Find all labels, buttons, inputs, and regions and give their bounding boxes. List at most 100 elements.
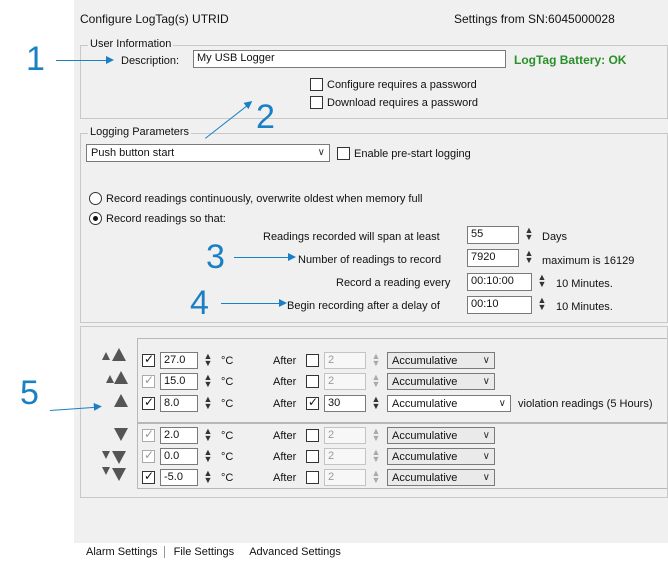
download-password-checkbox[interactable] <box>310 96 323 109</box>
alarm-mode-dropdown[interactable]: Accumulative ∨ <box>387 469 495 486</box>
record-every-spinner[interactable]: ▲ ▼ <box>535 273 549 289</box>
start-mode-dropdown[interactable]: Push button start ∨ <box>86 144 330 162</box>
alarm-after-count-input[interactable]: 2 <box>324 373 366 390</box>
alarm-mode-dropdown[interactable]: Accumulative ∨ <box>387 427 495 444</box>
alarm-temp-input[interactable]: 8.0 <box>160 395 198 412</box>
alarm-after-checkbox[interactable] <box>306 375 319 388</box>
download-password-label: Download requires a password <box>327 97 479 109</box>
alarm-unit-label: °C <box>221 430 234 442</box>
chevron-down-icon: ∨ <box>482 451 490 462</box>
alarm-after-count-spinner[interactable]: ▲ ▼ <box>369 469 383 485</box>
alarm-temp-spinner[interactable]: ▲ ▼ <box>201 469 215 485</box>
alarm-enable-checkbox[interactable]: ✓ <box>142 374 155 388</box>
tab-alarm-settings[interactable]: Alarm Settings <box>80 546 165 558</box>
record-so-that-radio[interactable] <box>89 212 102 225</box>
num-readings-spinner[interactable]: ▲ ▼ <box>522 249 536 265</box>
chevron-down-icon: ∨ <box>482 472 490 483</box>
annotation-1-arrow <box>56 56 114 64</box>
alarm-unit-label: °C <box>221 472 234 484</box>
alarm-after-count-spinner[interactable]: ▲ ▼ <box>369 395 383 411</box>
alarm-temp-input[interactable]: 27.0 <box>160 352 198 369</box>
alarm-after-checkbox[interactable] <box>306 471 319 484</box>
alarm-after-label: After <box>273 430 297 442</box>
alarm-temp-input[interactable]: 0.0 <box>160 448 198 465</box>
tab-advanced-settings[interactable]: Advanced Settings <box>243 546 347 558</box>
alarm-after-checkbox[interactable]: ✓ <box>306 396 319 410</box>
alarm-temp-spinner[interactable]: ▲ ▼ <box>201 395 215 411</box>
annotation-5: 5 <box>20 374 39 412</box>
record-every-label: Record a reading every <box>336 277 451 289</box>
alarm-enable-checkbox[interactable]: ✓ <box>142 395 155 410</box>
prestart-logging-checkbox[interactable] <box>337 147 350 160</box>
alarm-enable-checkbox[interactable]: ✓ <box>142 448 155 463</box>
alarm-unit-label: °C <box>221 398 234 410</box>
alarm-enable-checkbox[interactable]: ✓ <box>142 352 155 367</box>
upper-alarm-3-icon <box>112 348 126 361</box>
upper-alarm-2-small-icon <box>106 375 114 383</box>
logging-parameters-legend: Logging Parameters <box>88 126 192 138</box>
span-spinner[interactable]: ▲ ▼ <box>522 226 536 242</box>
lower-alarm-2-small-icon <box>102 451 110 459</box>
violation-readings-label: violation readings (5 Hours) <box>518 398 653 410</box>
alarm-enable-checkbox[interactable]: ✓ <box>142 470 155 484</box>
annotation-3: 3 <box>206 238 225 276</box>
start-mode-value: Push button start <box>91 147 175 159</box>
record-continuous-radio[interactable] <box>89 192 102 205</box>
alarm-after-label: After <box>273 451 297 463</box>
check-icon: ✓ <box>144 395 155 409</box>
alarm-temp-spinner[interactable]: ▲ ▼ <box>201 373 215 389</box>
alarm-after-count-spinner[interactable]: ▲ ▼ <box>369 373 383 389</box>
alarm-after-count-input[interactable]: 2 <box>324 427 366 444</box>
alarm-after-count-input[interactable]: 30 <box>324 395 366 412</box>
user-info-legend: User Information <box>88 38 174 50</box>
chevron-down-icon: ∨ <box>482 430 490 441</box>
tab-file-settings[interactable]: File Settings <box>168 546 241 558</box>
num-readings-max: maximum is 16129 <box>542 255 635 267</box>
serial-number-label: Settings from SN:6045000028 <box>454 12 615 26</box>
alarm-after-count-spinner[interactable]: ▲ ▼ <box>369 427 383 443</box>
alarm-temp-spinner[interactable]: ▲ ▼ <box>201 352 215 368</box>
alarm-temp-spinner[interactable]: ▲ ▼ <box>201 448 215 464</box>
check-icon: ✓ <box>144 352 155 366</box>
check-icon: ✓ <box>144 448 155 462</box>
span-unit: Days <box>542 231 568 243</box>
delay-label: Begin recording after a delay of <box>287 300 440 312</box>
alarm-after-count-input[interactable]: 2 <box>324 448 366 465</box>
alarm-unit-label: °C <box>221 451 234 463</box>
alarm-mode-dropdown[interactable]: Accumulative ∨ <box>387 352 495 369</box>
span-label: Readings recorded will span at least <box>263 231 440 243</box>
alarm-temp-input[interactable]: 2.0 <box>160 427 198 444</box>
lower-alarm-2-icon <box>112 451 126 464</box>
radio-selected-dot <box>93 216 98 221</box>
alarm-enable-checkbox[interactable]: ✓ <box>142 428 155 442</box>
alarm-temp-input[interactable]: -5.0 <box>160 469 198 486</box>
chevron-down-icon: ∨ <box>482 355 490 366</box>
alarm-mode-dropdown[interactable]: Accumulative ∨ <box>387 373 495 390</box>
chevron-down-icon: ∨ <box>498 398 506 409</box>
delay-input[interactable]: 00:10 <box>467 296 532 314</box>
annotation-4: 4 <box>190 284 209 322</box>
alarm-after-count-spinner[interactable]: ▲ ▼ <box>369 448 383 464</box>
upper-alarm-2-icon <box>114 371 128 384</box>
description-input[interactable]: My USB Logger <box>193 50 506 68</box>
alarm-after-count-spinner[interactable]: ▲ ▼ <box>369 352 383 368</box>
alarm-temp-spinner[interactable]: ▲ ▼ <box>201 427 215 443</box>
alarm-after-checkbox[interactable] <box>306 354 319 367</box>
alarm-after-checkbox[interactable] <box>306 429 319 442</box>
annotation-3-arrow <box>234 253 296 261</box>
delay-spinner[interactable]: ▲ ▼ <box>535 296 549 312</box>
annotation-1: 1 <box>26 40 45 78</box>
record-every-input[interactable]: 00:10:00 <box>467 273 532 291</box>
configure-password-checkbox[interactable] <box>310 78 323 91</box>
span-input[interactable]: 55 <box>467 226 519 244</box>
alarm-temp-input[interactable]: 15.0 <box>160 373 198 390</box>
alarm-mode-value: Accumulative <box>392 398 458 410</box>
alarm-after-checkbox[interactable] <box>306 450 319 463</box>
alarm-mode-dropdown[interactable]: Accumulative ∨ <box>387 395 511 412</box>
alarm-after-count-input[interactable]: 2 <box>324 352 366 369</box>
alarm-mode-dropdown[interactable]: Accumulative ∨ <box>387 448 495 465</box>
alarm-after-label: After <box>273 376 297 388</box>
alarm-after-count-input[interactable]: 2 <box>324 469 366 486</box>
num-readings-input[interactable]: 7920 <box>467 249 519 267</box>
delay-unit: 10 Minutes. <box>556 301 613 313</box>
